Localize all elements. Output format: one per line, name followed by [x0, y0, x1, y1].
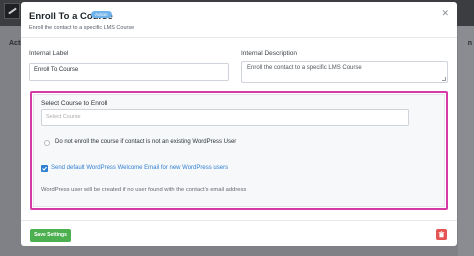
background-right-panel [458, 26, 474, 256]
internal-description-value: Enroll the contact to a specific LMS Cou… [247, 65, 362, 71]
internal-description-label: Internal Description [241, 50, 297, 57]
skip-non-user-label: Do not enroll the course if contact is n… [55, 139, 237, 145]
action-badge: Action [91, 11, 112, 18]
welcome-email-checkbox[interactable] [41, 165, 48, 172]
trash-icon[interactable] [436, 229, 447, 240]
skip-non-user-radio[interactable] [44, 140, 50, 146]
internal-description-textarea[interactable]: Enroll the contact to a specific LMS Cou… [241, 61, 448, 83]
background-right-text: n [467, 40, 472, 47]
check-icon [42, 166, 47, 171]
internal-label-label: Internal Label [29, 50, 69, 57]
modal-footer: Save Settings [21, 220, 457, 246]
app-logo[interactable] [4, 3, 20, 19]
welcome-email-label: Send default WordPress Welcome Email for… [51, 165, 229, 171]
modal-header: Enroll To a Course Action Enroll the con… [21, 2, 457, 38]
course-select-label: Select Course to Enroll [41, 100, 108, 107]
close-icon[interactable]: ✕ [441, 9, 449, 18]
modal-subtitle: Enroll the contact to a specific LMS Cou… [29, 25, 135, 31]
save-settings-button[interactable]: Save Settings [30, 229, 71, 242]
course-select[interactable]: Select Course [41, 109, 409, 126]
trash-glyph [438, 231, 445, 238]
help-text: WordPress user will be created if no use… [41, 187, 247, 193]
internal-label-input[interactable]: Enroll To Course [29, 63, 229, 81]
resize-handle[interactable] [442, 77, 446, 81]
enroll-course-modal: Enroll To a Course Action Enroll the con… [21, 2, 457, 246]
